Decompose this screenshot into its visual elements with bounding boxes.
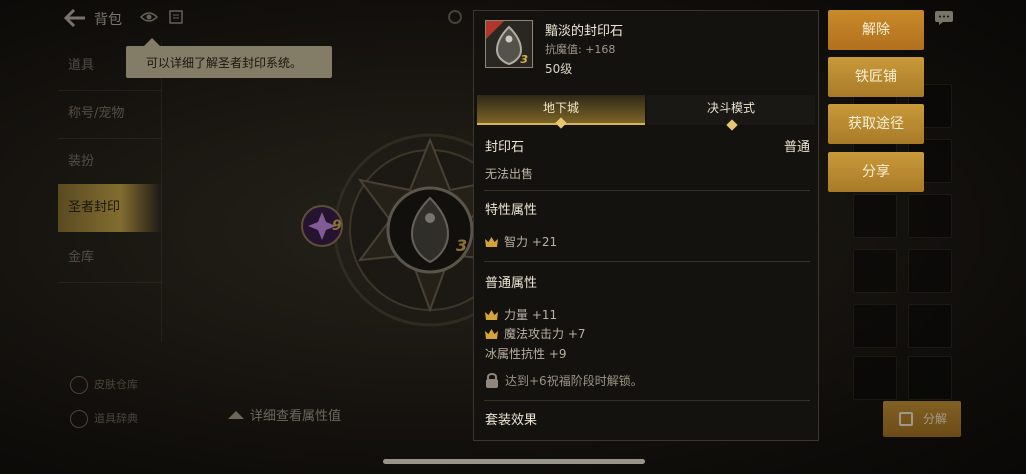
item-type: 封印石 [485,140,525,155]
divider [484,261,810,262]
normal-attrs-title: 普通属性 [485,276,538,291]
divider [484,190,810,191]
divider [484,400,810,401]
lock-hint: 达到+6祝福阶段时解锁。 [485,372,643,389]
normal-attr-row: 力量 +11 [485,306,557,323]
blacksmith-button[interactable]: 铁匠铺 [828,57,924,97]
normal-attr-text: 冰属性抗性 +9 [485,347,567,361]
special-attrs-title: 特性属性 [485,203,538,218]
normal-attr-row: 冰属性抗性 +9 [485,345,567,362]
tab-indicator [555,117,567,129]
crown-icon [485,329,498,339]
set-effect-title: 套装效果 [485,413,538,428]
special-attr-text: 智力 +21 [504,235,558,249]
lock-icon [486,373,498,388]
normal-attr-text: 魔法攻击力 +7 [504,327,586,341]
tab-dungeon[interactable]: 地下城 [477,95,645,129]
crown-icon [485,310,498,320]
item-level: 50级 [545,62,573,76]
tab-indicator [726,119,738,131]
game-screen: 背包 道具 称号/宠物 装扮 圣者封印 金库 皮肤仓库 道具辞典 可以详细了解圣… [0,0,1026,474]
unequip-button[interactable]: 解除 [828,10,924,50]
obtain-source-button[interactable]: 获取途径 [828,104,924,144]
tab-label: 地下城 [542,101,579,115]
item-detail-panel: 3 黯淡的封印石 抗魔值: +168 50级 地下城 决斗模式 封印石 普通 无… [473,10,819,441]
crown-icon [485,237,498,247]
share-button[interactable]: 分享 [828,152,924,192]
item-rarity: 普通 [783,140,810,155]
item-name: 黯淡的封印石 [545,24,624,39]
lock-hint-text: 达到+6祝福阶段时解锁。 [505,374,643,388]
normal-attr-text: 力量 +11 [504,308,558,322]
tab-pvp[interactable]: 决斗模式 [647,95,815,131]
item-badge-count: 3 [520,53,528,66]
home-indicator[interactable] [383,459,645,464]
mode-tabs: 地下城 决斗模式 [477,95,815,131]
trade-status: 无法出售 [485,167,534,181]
special-attr-row: 智力 +21 [485,233,557,250]
normal-attr-row: 魔法攻击力 +7 [485,325,586,342]
item-stat: 抗魔值: +168 [545,43,616,56]
tab-label: 决斗模式 [706,101,755,115]
item-icon: 3 [485,20,533,68]
